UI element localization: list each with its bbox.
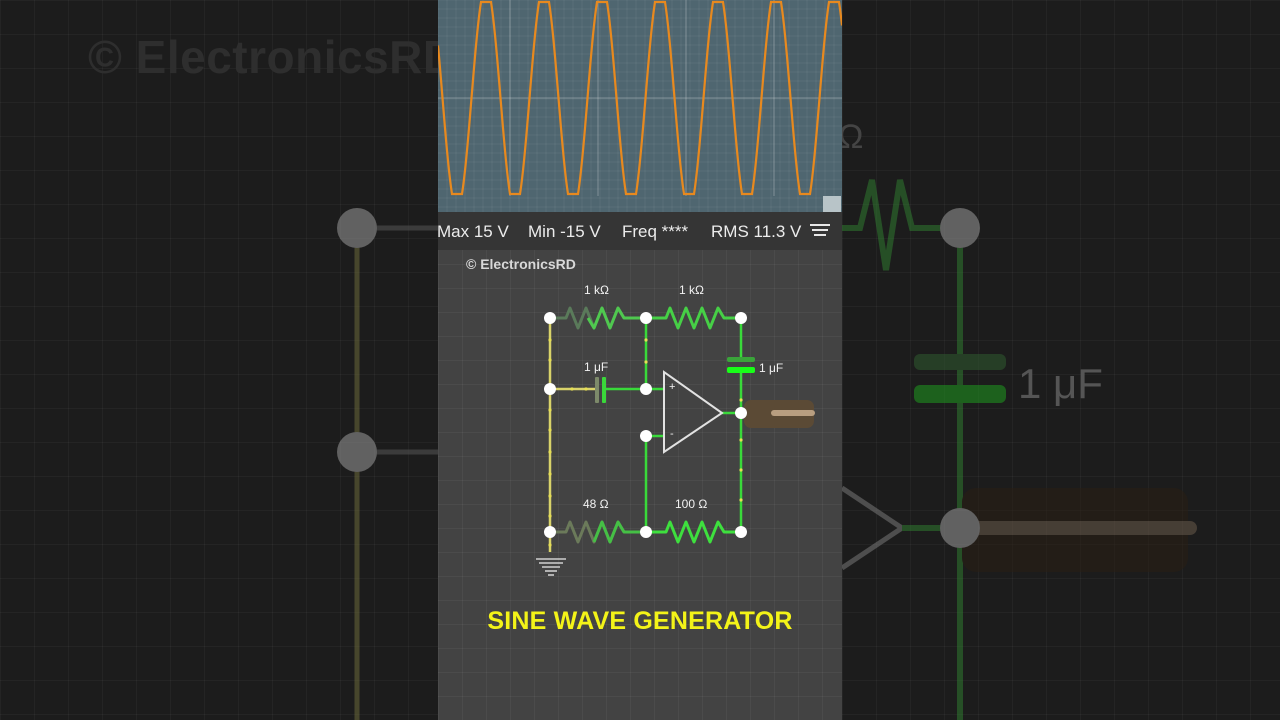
node[interactable]	[544, 526, 556, 538]
label-c1: 1 μF	[584, 360, 609, 374]
video-title: SINE WAVE GENERATOR	[487, 607, 793, 635]
capacitor-c1[interactable]	[595, 377, 606, 403]
label-r2: 1 kΩ	[679, 283, 704, 297]
node[interactable]	[640, 383, 652, 395]
resistor-r4[interactable]	[646, 520, 741, 544]
node[interactable]	[640, 312, 652, 324]
label-c2: 1 μF	[759, 361, 784, 375]
output-probe[interactable]	[744, 400, 815, 428]
capacitor-c2[interactable]	[727, 357, 755, 373]
node[interactable]	[640, 526, 652, 538]
node[interactable]	[640, 430, 652, 442]
resistor-r2[interactable]	[646, 306, 741, 330]
simulator-screen: Max 15 V Min -15 V Freq **** RMS 11.3 V …	[438, 0, 842, 720]
opamp-plus-label: +	[669, 381, 676, 393]
node[interactable]	[544, 383, 556, 395]
node[interactable]	[735, 526, 747, 538]
node[interactable]	[544, 312, 556, 324]
node[interactable]	[735, 312, 747, 324]
label-r3: 48 Ω	[583, 497, 609, 511]
ground-icon	[536, 558, 566, 576]
node[interactable]	[735, 407, 747, 419]
label-r4: 100 Ω	[675, 497, 708, 511]
opamp-minus-label: -	[670, 428, 674, 440]
label-r1: 1 kΩ	[584, 283, 609, 297]
